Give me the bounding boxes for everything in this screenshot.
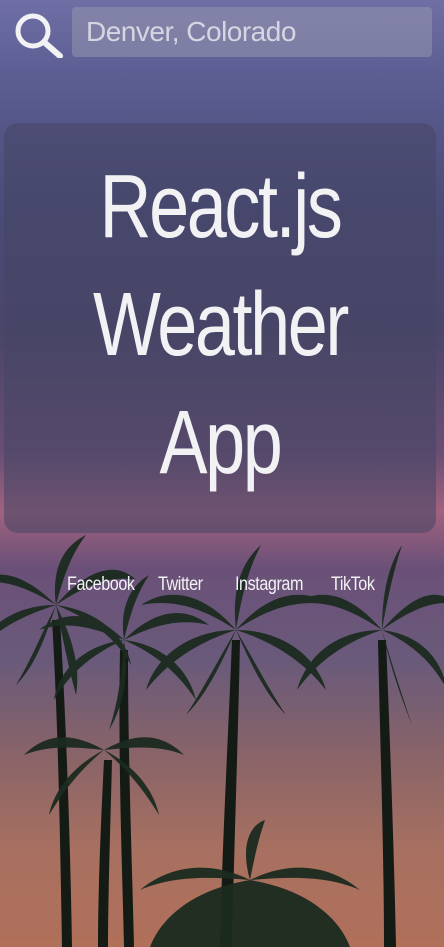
- app-title: React.js Weather App: [47, 148, 393, 502]
- tiktok-link[interactable]: TikTok: [331, 574, 375, 596]
- app-title-line-1: React.js: [99, 157, 343, 257]
- social-links: Facebook Twitter Instagram TikTok: [0, 574, 444, 600]
- app-title-line-2: Weather: [92, 275, 349, 375]
- facebook-link[interactable]: Facebook: [67, 574, 135, 596]
- search-bar: [0, 0, 444, 70]
- search-input[interactable]: [72, 7, 432, 57]
- instagram-link[interactable]: Instagram: [235, 574, 303, 596]
- twitter-link[interactable]: Twitter: [158, 574, 203, 596]
- app-title-line-3: App: [159, 393, 283, 493]
- search-icon[interactable]: [14, 12, 64, 58]
